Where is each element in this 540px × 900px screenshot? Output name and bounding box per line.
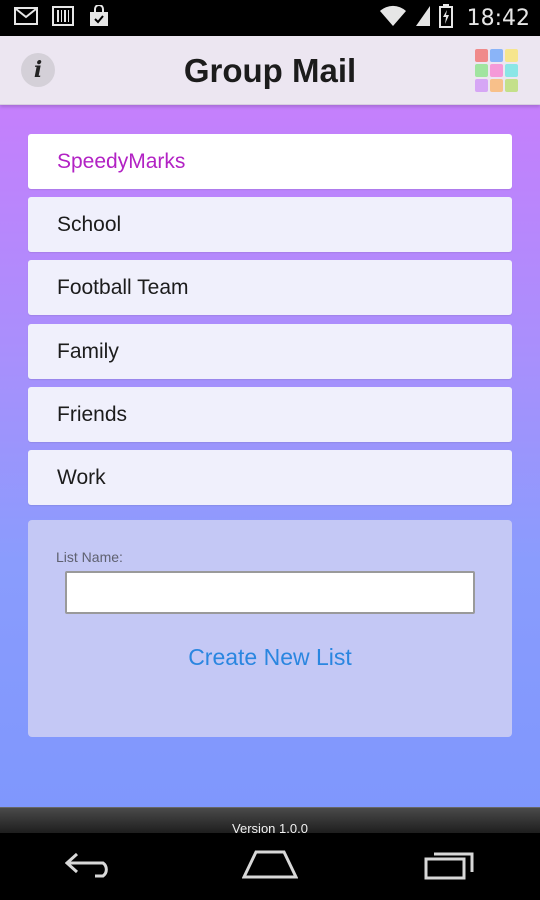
info-icon: i (33, 57, 43, 83)
list-item-friends[interactable]: Friends (28, 387, 512, 442)
list-name-label: List Name: (56, 549, 123, 565)
list-name-input[interactable] (65, 571, 475, 614)
list-item-work[interactable]: Work (28, 450, 512, 505)
gmail-icon (14, 6, 38, 30)
list-item-school[interactable]: School (28, 197, 512, 252)
recent-apps-icon (424, 848, 476, 885)
version-label: Version 1.0.0 (232, 821, 308, 833)
status-bar: 18:42 (0, 0, 540, 36)
create-list-panel: List Name: Create New List (28, 520, 512, 737)
color-grid-tile (475, 64, 488, 77)
color-grid-tile (505, 79, 518, 92)
color-grid-tile (505, 64, 518, 77)
wifi-icon (379, 5, 407, 32)
back-icon (64, 850, 115, 883)
footer-bar: Version 1.0.0 (0, 807, 540, 833)
info-button[interactable]: i (21, 53, 55, 87)
back-button[interactable] (45, 842, 135, 892)
create-new-list-button[interactable]: Create New List (28, 644, 512, 671)
main-content: SpeedyMarks School Football Team Family … (0, 105, 540, 807)
home-icon (241, 849, 299, 884)
color-grid-tile (490, 64, 503, 77)
list-item-family[interactable]: Family (28, 324, 512, 379)
list-item-football-team[interactable]: Football Team (28, 260, 512, 315)
signal-icon (415, 5, 431, 32)
barcode-icon (52, 5, 74, 31)
recent-apps-button[interactable] (405, 842, 495, 892)
color-grid-tile (490, 79, 503, 92)
app-bar: Group Mail i (0, 36, 540, 105)
app-title: Group Mail (183, 52, 357, 89)
list-item-speedymarks[interactable]: SpeedyMarks (28, 134, 512, 189)
shopping-bag-icon (88, 3, 110, 32)
navigation-bar (0, 833, 540, 900)
system-icons: 18:42 (379, 3, 530, 33)
color-grid-tile (490, 49, 503, 62)
color-grid-tile (475, 79, 488, 92)
color-grid-tile (505, 49, 518, 62)
status-time: 18:42 (466, 5, 530, 31)
home-button[interactable] (225, 842, 315, 892)
color-grid-tile (475, 49, 488, 62)
notification-icons (14, 3, 110, 32)
color-grid-button[interactable] (474, 48, 518, 92)
battery-charging-icon (438, 3, 453, 33)
